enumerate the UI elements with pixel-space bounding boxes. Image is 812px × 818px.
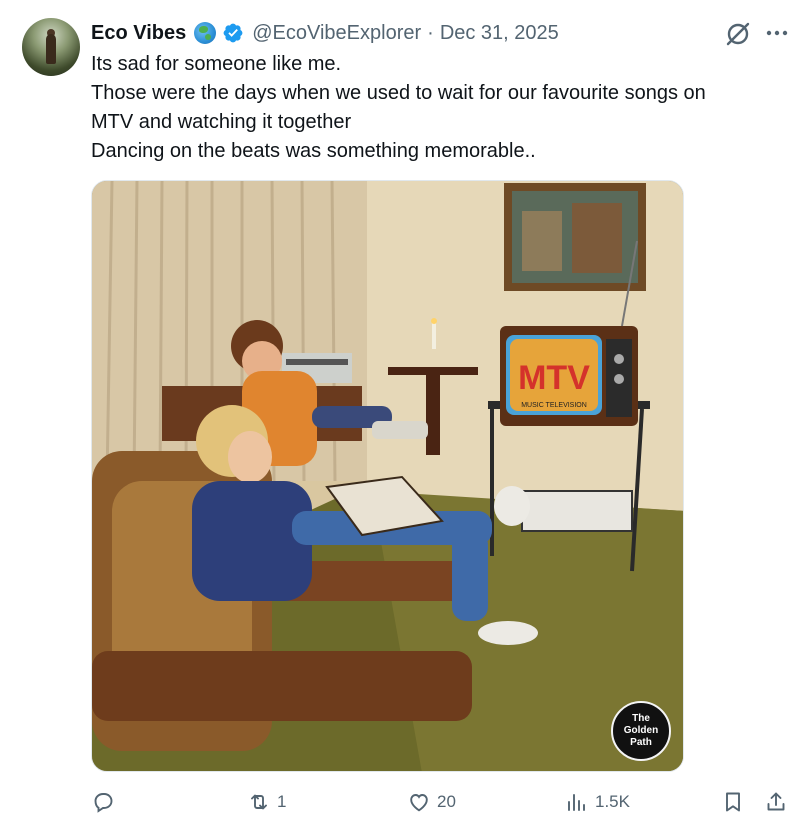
separator: ·: [427, 21, 434, 44]
grok-icon[interactable]: [724, 20, 752, 48]
share-button[interactable]: [764, 790, 788, 814]
photo-illustration: MTV MUSIC TELEVISION: [92, 181, 683, 771]
tweet-actions: 1 20 1.5K: [91, 790, 796, 818]
avatar-figure: [46, 34, 56, 64]
reply-button[interactable]: [91, 790, 121, 814]
retweet-count: 1: [277, 792, 287, 811]
retweet-icon: [251, 794, 267, 810]
like-icon: [410, 794, 428, 812]
timestamp[interactable]: Dec 31, 2025: [440, 22, 559, 45]
display-name[interactable]: Eco Vibes: [91, 22, 186, 45]
tweet-line: Its sad for someone like me.: [91, 53, 342, 75]
more-icon[interactable]: [764, 23, 790, 43]
tv-caption: MUSIC TELEVISION: [521, 402, 587, 409]
person-foreground: [192, 481, 312, 601]
reply-icon: [94, 793, 113, 813]
globe-icon: [194, 22, 217, 44]
retweet-button[interactable]: 1: [247, 790, 286, 814]
bookmark-icon: [726, 792, 740, 812]
tweet-header: Eco Vibes @EcoVibeExplorer · Dec 31, 202…: [91, 20, 559, 46]
like-button[interactable]: 20: [407, 790, 456, 814]
verified-badge-icon[interactable]: [222, 22, 244, 44]
tweet-line: Dancing on the beats was something memor…: [91, 140, 536, 162]
tweet-image[interactable]: MTV MUSIC TELEVISION The Golden Path: [91, 180, 684, 772]
views-button[interactable]: 1.5K: [565, 790, 630, 814]
bookmark-button[interactable]: [721, 790, 745, 814]
views-count: 1.5K: [595, 792, 630, 811]
tv-logo: MTV: [518, 359, 590, 397]
tweet-line: Those were the days when we used to wait…: [91, 82, 706, 104]
views-icon: [568, 794, 585, 811]
avatar[interactable]: [22, 18, 80, 76]
handle[interactable]: @EcoVibeExplorer: [252, 22, 421, 45]
like-count: 20: [437, 792, 456, 811]
watermark: The Golden Path: [611, 701, 671, 761]
tweet-line: MTV and watching it together: [91, 111, 352, 133]
share-icon: [767, 792, 785, 811]
tweet-text: Its sad for someone like me. Those were …: [91, 50, 791, 166]
